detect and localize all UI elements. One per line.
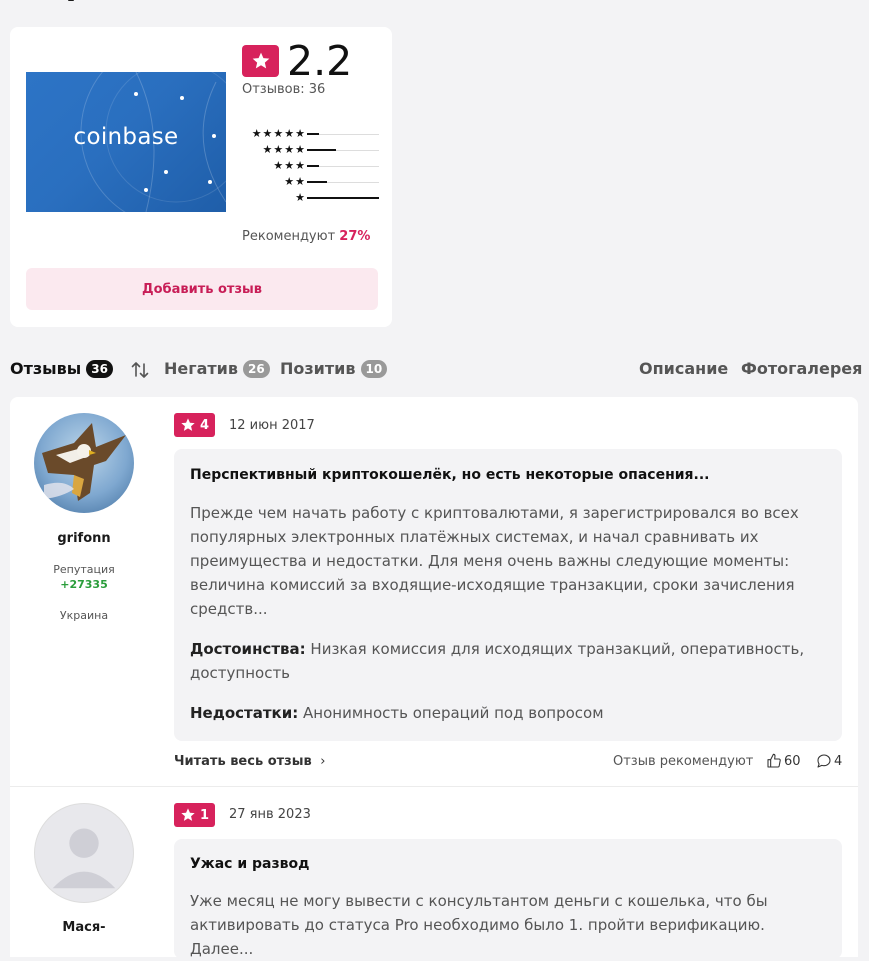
review-content[interactable]: Перспективный криптокошелёк, но есть нек… — [174, 449, 842, 741]
review-text-line: активировать до статуса Pro необходимо б… — [190, 916, 765, 958]
recommend-label: Рекомендуют — [242, 229, 336, 244]
review-pros: Достоинства: Низкая комиссия для исходящ… — [190, 637, 820, 685]
review-text: Прежде чем начать работу с криптовалютам… — [190, 501, 820, 621]
rating-distribution-row[interactable]: ★ — [242, 191, 382, 207]
star-icon — [181, 808, 195, 821]
logo-text: coinbase — [73, 124, 179, 150]
tab-positive-count: 10 — [360, 359, 388, 378]
rating-distribution-row[interactable]: ★★★★ — [242, 143, 382, 159]
rating-distribution-row[interactable]: ★★★ — [242, 159, 382, 175]
read-full-review-link[interactable]: Читать весь отзыв › — [174, 754, 325, 769]
review-rating-badge: 4 — [174, 413, 216, 437]
review-item: Мася- 1 27 янв 2023 Ужас и развод Уже ме… — [10, 786, 858, 959]
tab-description[interactable]: Описание — [639, 359, 728, 378]
avatar[interactable] — [34, 413, 134, 513]
distribution-bar-fill — [307, 197, 379, 199]
review-rating-value: 1 — [200, 807, 210, 823]
tab-reviews-count: 36 — [86, 359, 113, 378]
distribution-bar-track — [307, 181, 379, 183]
review-date: 27 янв 2023 — [229, 807, 311, 822]
pros-label: Достоинства: — [190, 640, 306, 658]
review-text: Уже месяц не могу вывести с консультанто… — [190, 889, 820, 961]
distribution-bar-fill — [307, 181, 328, 183]
eagle-avatar-image — [42, 423, 126, 501]
star-count-label: ★ — [295, 191, 306, 204]
review-recommend-label: Отзыв рекомендуют — [613, 754, 754, 769]
star-count-label: ★★★★★ — [251, 127, 306, 140]
thumbs-up-icon — [767, 753, 781, 768]
reviews-tabs: Отзывы 36 Негатив 26 Позитив 10 Описание… — [10, 359, 862, 383]
distribution-bar-fill — [307, 133, 320, 135]
distribution-bar-track — [307, 133, 379, 135]
review-content[interactable]: Ужас и развод Уже месяц не могу вывести … — [174, 839, 842, 959]
reputation-value: +27335 — [60, 578, 108, 591]
star-count-label: ★★★★ — [262, 143, 306, 156]
review-cons: Недостатки: Анонимность операций под воп… — [190, 701, 820, 725]
page-title-fragment — [68, 0, 94, 4]
comment-icon — [817, 754, 831, 768]
pros-text-line: Низкая комиссия для исходящих транзакций… — [310, 640, 805, 658]
distribution-bar-track — [307, 197, 379, 199]
comment-count: 4 — [834, 753, 843, 769]
review-title[interactable]: Ужас и развод — [190, 856, 309, 872]
chevron-right-icon: › — [320, 754, 326, 769]
tab-positive[interactable]: Позитив 10 — [280, 359, 388, 378]
review-text-line: популярных электронных платёжных система… — [190, 528, 759, 546]
distribution-bar-track — [307, 165, 379, 167]
rating-distribution-row[interactable]: ★★ — [242, 175, 382, 191]
cons-text: Анонимность операций под вопросом — [303, 704, 604, 722]
rating-distribution: ★★★★★ ★★★★ ★★★ ★★ ★ — [242, 127, 382, 207]
user-country: Украина — [59, 609, 109, 622]
comments-button[interactable]: 4 — [816, 753, 842, 769]
average-rating: 2.2 — [287, 37, 353, 85]
review-text-line: преимущества и недостатки. Для меня очен… — [190, 552, 790, 570]
distribution-bar-fill — [307, 165, 320, 167]
distribution-bar-fill — [307, 149, 336, 151]
star-count-label: ★★ — [284, 175, 306, 188]
tab-reviews[interactable]: Отзывы 36 — [10, 359, 113, 378]
tab-negative-label: Негатив — [164, 359, 239, 378]
review-text-line: Прежде чем начать работу с криптовалютам… — [190, 504, 799, 522]
tab-reviews-label: Отзывы — [10, 359, 82, 378]
tab-negative[interactable]: Негатив 26 — [164, 359, 270, 378]
star-icon — [252, 52, 269, 69]
review-count: Отзывов: 36 — [242, 82, 326, 97]
star-count-label: ★★★ — [273, 159, 306, 172]
like-count: 60 — [784, 753, 801, 769]
product-summary-card: coinbase 2.2 Отзывов: 36 ★★★★★ ★★★★ ★★★ ★★ ★… — [10, 27, 392, 327]
user-placeholder-icon — [52, 828, 116, 889]
user-name[interactable]: Мася- — [10, 920, 158, 935]
review-text-line: средств... — [190, 600, 268, 618]
tab-negative-count: 26 — [243, 359, 270, 378]
read-more-label: Читать весь отзыв — [174, 754, 312, 769]
cons-label: Недостатки: — [190, 704, 299, 722]
rating-star-badge — [242, 45, 279, 77]
review-text-line: Уже месяц не могу вывести с консультанто… — [190, 892, 768, 910]
review-title[interactable]: Перспективный криптокошелёк, но есть нек… — [190, 467, 710, 483]
review-date: 12 июн 2017 — [229, 418, 315, 433]
like-button[interactable]: 60 — [766, 753, 801, 769]
reputation-label: Репутация — [53, 563, 115, 576]
sort-icon[interactable] — [130, 360, 150, 380]
star-icon — [181, 418, 195, 431]
tab-positive-label: Позитив — [280, 359, 356, 378]
user-name[interactable]: grifonn — [10, 531, 158, 546]
rating-distribution-row[interactable]: ★★★★★ — [242, 127, 382, 143]
add-review-button[interactable]: Добавить отзыв — [26, 268, 378, 310]
distribution-bar-track — [307, 149, 379, 151]
recommend-value: 27% — [339, 229, 371, 244]
tab-gallery[interactable]: Фотогалерея — [741, 359, 862, 378]
recommend-rate: Рекомендуют 27% — [242, 229, 370, 244]
pros-text-line: доступность — [190, 664, 291, 682]
review-rating-badge: 1 — [174, 803, 216, 827]
review-item: grifonn Репутация +27335 Украина 4 12 ию… — [10, 397, 858, 786]
review-text-line: величина комиссий за входящие-исходящие … — [190, 576, 795, 594]
avatar[interactable] — [34, 803, 134, 903]
product-logo[interactable]: coinbase — [26, 72, 226, 212]
review-rating-value: 4 — [200, 417, 210, 433]
reviews-list: grifonn Репутация +27335 Украина 4 12 ию… — [10, 397, 858, 959]
